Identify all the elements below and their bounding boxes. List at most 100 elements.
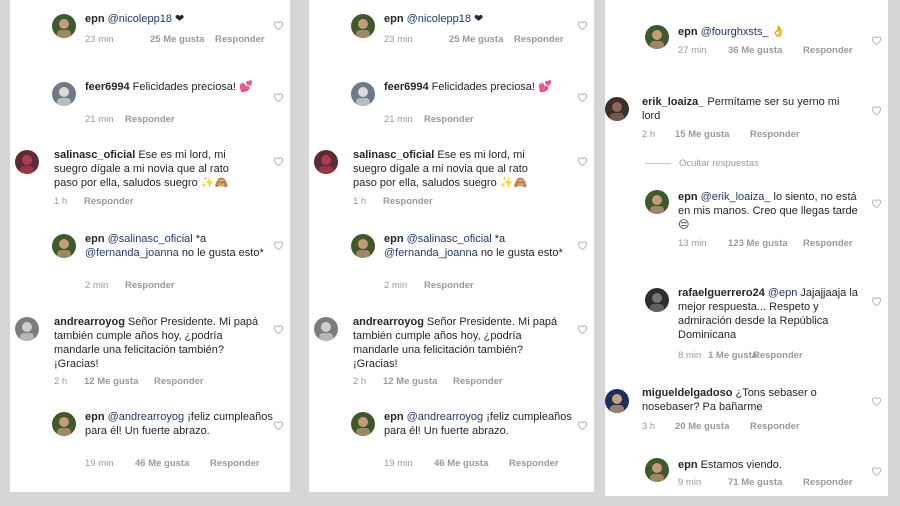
heart-icon[interactable] [273,240,284,250]
avatar[interactable] [645,458,669,482]
mention-link[interactable]: @salinasc_oficial [407,233,492,245]
heart-icon[interactable] [577,92,588,102]
comment-username[interactable]: epn [678,191,698,203]
reply-button[interactable]: Responder [125,280,175,292]
likes-count[interactable]: 25 Me gusta [150,34,204,46]
reply-button[interactable]: Responder [514,34,564,45]
mention-link[interactable]: @fernanda_joanna [85,247,179,259]
avatar[interactable] [351,14,375,38]
comment-username[interactable]: epn [678,26,698,38]
mention-link[interactable]: @fernanda_joanna [384,247,478,259]
heart-icon[interactable] [273,92,284,102]
heart-icon[interactable] [871,396,882,406]
comment-username[interactable]: migueldelgadoso [642,387,732,399]
comment-username[interactable]: epn [384,411,404,423]
heart-icon[interactable] [577,20,588,30]
avatar[interactable] [314,150,338,174]
likes-count[interactable]: 123 Me gusta [728,238,788,250]
likes-count[interactable]: 20 Me gusta [675,421,729,433]
reply-button[interactable]: Responder [210,458,260,469]
mention-link[interactable]: @erik_loaiza_ [701,191,771,203]
comment-username[interactable]: epn [384,13,404,25]
comment-username[interactable]: feer6994 [85,81,130,93]
comment-username[interactable]: epn [85,13,105,25]
heart-icon[interactable] [273,156,284,166]
reply-button[interactable]: Responder [215,34,265,45]
avatar[interactable] [52,82,76,106]
hide-replies-button[interactable]: Ocultar respuestas [645,158,759,169]
mention-link[interactable]: @nicolepp18 [108,13,172,25]
heart-icon[interactable] [871,35,882,45]
heart-icon[interactable] [273,324,284,334]
likes-count[interactable]: 12 Me gusta [383,376,437,388]
avatar[interactable] [15,150,39,174]
reply-button[interactable]: Responder [750,421,800,433]
reply-button[interactable]: Responder [154,376,204,388]
reply-button[interactable]: Responder [424,280,474,292]
reply-button[interactable]: Responder [750,129,800,141]
avatar[interactable] [52,14,76,38]
heart-icon[interactable] [871,198,882,208]
likes-count[interactable]: 1 Me gusta [708,350,757,362]
heart-icon[interactable] [577,240,588,250]
avatar[interactable] [605,389,629,413]
heart-icon[interactable] [273,20,284,30]
mention-link[interactable]: @salinasc_oficial [108,233,193,245]
reply-button[interactable]: Responder [803,238,853,249]
reply-button[interactable]: Responder [753,350,803,362]
reply-button[interactable]: Responder [424,114,474,126]
heart-icon[interactable] [273,420,284,430]
mention-link[interactable]: @nicolepp18 [407,13,471,25]
comment-username[interactable]: erik_loaiza_ [642,96,704,108]
mention-link[interactable]: @andrearroyog [407,411,484,423]
heart-icon[interactable] [871,105,882,115]
reply-button[interactable]: Responder [453,376,503,388]
comment-username[interactable]: epn [85,233,105,245]
likes-count[interactable]: 71 Me gusta [728,477,782,489]
reply-button[interactable]: Responder [803,477,853,488]
avatar[interactable] [52,234,76,258]
comment-username[interactable]: epn [85,411,105,423]
heart-icon[interactable] [871,466,882,476]
comment-username[interactable]: andrearroyog [353,316,424,328]
heart-icon[interactable] [577,420,588,430]
mention-link[interactable]: @andrearroyog [108,411,185,423]
likes-count[interactable]: 46 Me gusta [434,458,488,470]
likes-count[interactable]: 36 Me gusta [728,45,782,57]
comment-time: 2 min [384,280,408,291]
avatar[interactable] [15,317,39,341]
avatar[interactable] [351,82,375,106]
likes-count[interactable]: 15 Me gusta [675,129,729,141]
avatar[interactable] [645,190,669,214]
emoji: 👌 [771,25,786,38]
reply-button[interactable]: Responder [383,196,433,208]
comment-username[interactable]: rafaelguerrero24 [678,287,765,299]
comment-username[interactable]: epn [384,233,404,245]
avatar[interactable] [314,317,338,341]
comment-username[interactable]: epn [678,459,698,471]
comment-username[interactable]: salinasc_oficial [54,149,135,161]
heart-icon[interactable] [577,156,588,166]
comment-meta: 13 min 123 Me gusta Responder [678,238,868,262]
avatar[interactable] [645,288,669,312]
reply-button[interactable]: Responder [803,45,853,56]
comment-time: 21 min [85,114,114,125]
heart-icon[interactable] [577,324,588,334]
mention-link[interactable]: @fourghxsts_ [701,26,769,38]
reply-button[interactable]: Responder [509,458,559,469]
avatar[interactable] [351,412,375,436]
likes-count[interactable]: 46 Me gusta [135,458,189,470]
mention-link[interactable]: @epn [768,287,798,299]
avatar[interactable] [645,25,669,49]
likes-count[interactable]: 12 Me gusta [84,376,138,388]
comment-username[interactable]: andrearroyog [54,316,125,328]
avatar[interactable] [351,234,375,258]
comment-username[interactable]: salinasc_oficial [353,149,434,161]
likes-count[interactable]: 25 Me gusta [449,34,503,46]
reply-button[interactable]: Responder [125,114,175,126]
avatar[interactable] [605,97,629,121]
reply-button[interactable]: Responder [84,196,134,208]
comment-username[interactable]: feer6994 [384,81,429,93]
avatar[interactable] [52,412,76,436]
heart-icon[interactable] [871,296,882,306]
